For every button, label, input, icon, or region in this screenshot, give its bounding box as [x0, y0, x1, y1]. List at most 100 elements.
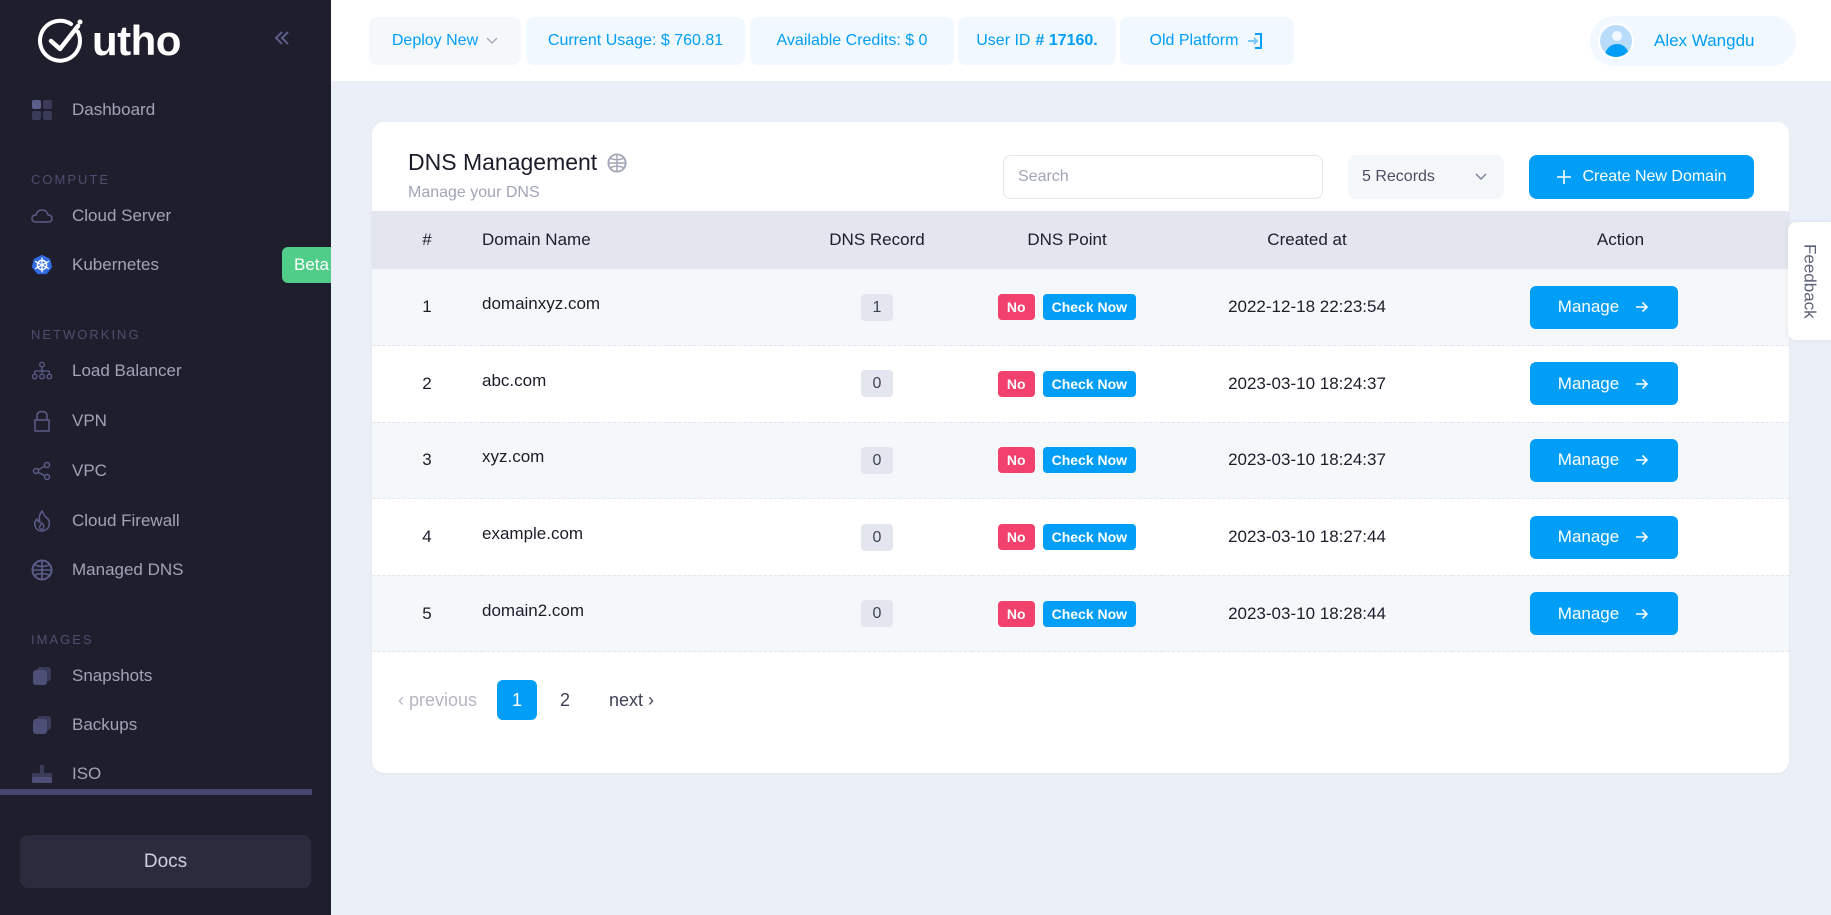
globe-icon [607, 152, 627, 173]
domain-name: domainxyz.com [482, 269, 782, 347]
check-now-button[interactable]: Check Now [1042, 370, 1137, 397]
sidebar-item-load-balancer[interactable]: Load Balancer [0, 349, 331, 393]
pagination-previous[interactable]: ‹ previous [398, 690, 477, 711]
table-row: 5 domain2.com 0 No Check Now 2023-03-10 1… [372, 575, 1789, 653]
pagination-page-1[interactable]: 1 [497, 680, 538, 720]
page-title: DNS Management [408, 149, 627, 176]
stack-icon [31, 714, 53, 736]
page-title-text: DNS Management [408, 149, 598, 175]
user-menu[interactable]: Alex Wangdu [1590, 16, 1796, 66]
create-new-domain-button[interactable]: Create New Domain [1529, 155, 1754, 199]
sign-in-icon [1248, 33, 1263, 49]
docs-button[interactable]: Docs [20, 835, 311, 888]
cloud-icon [31, 205, 53, 227]
created-at: 2023-03-10 18:24:37 [1162, 422, 1452, 500]
sidebar-item-cloud-firewall[interactable]: Cloud Firewall [0, 499, 331, 543]
check-now-button[interactable]: Check Now [1042, 600, 1137, 627]
deploy-new-dropdown[interactable]: Deploy New [369, 17, 521, 65]
dns-record-count: 1 [861, 293, 893, 321]
table-header-row: # Domain Name DNS Record DNS Point Creat… [372, 211, 1789, 269]
dns-record-count: 0 [861, 370, 893, 398]
current-usage-pill[interactable]: Current Usage: $ 760.81 [526, 17, 745, 65]
created-at: 2022-12-18 22:23:54 [1162, 269, 1452, 347]
fire-icon [31, 510, 53, 532]
domain-name: xyz.com [482, 422, 782, 500]
sidebar-item-kubernetes[interactable]: Kubernetes Beta [0, 243, 331, 287]
sidebar-item-vpc[interactable]: VPC [0, 449, 331, 493]
records-per-page-select[interactable]: 5 Records [1348, 155, 1504, 199]
records-per-page-value: 5 Records [1362, 168, 1435, 185]
sidebar-item-label: VPN [72, 411, 107, 430]
manage-label: Manage [1557, 373, 1620, 393]
manage-button[interactable]: Manage [1529, 362, 1678, 406]
sidebar-item-label: Backups [72, 715, 138, 734]
old-platform-button[interactable]: Old Platform [1120, 17, 1294, 65]
sidebar-item-snapshots[interactable]: Snapshots [0, 654, 331, 698]
stack-icon [31, 665, 53, 687]
sidebar-item-label: VPC [72, 461, 107, 480]
sidebar-item-label: Kubernetes [72, 255, 159, 274]
arrow-right-icon [1636, 608, 1649, 619]
manage-label: Manage [1557, 603, 1620, 623]
manage-button[interactable]: Manage [1529, 438, 1678, 482]
created-at: 2023-03-10 18:27:44 [1162, 498, 1452, 576]
utho-logo-icon [38, 18, 83, 63]
share-icon [31, 460, 53, 482]
sidebar-item-label: Cloud Server [72, 206, 172, 225]
column-header-action: Action [1452, 211, 1789, 269]
kubernetes-icon [31, 254, 53, 276]
sidebar-item-label: ISO [72, 764, 102, 783]
pagination-next[interactable]: next › [609, 690, 654, 711]
user-name: Alex Wangdu [1654, 31, 1755, 50]
page-subtitle: Manage your DNS [408, 184, 540, 201]
row-number: 4 [372, 498, 482, 576]
dns-record-count: 0 [861, 446, 893, 474]
sidebar-item-cloud-server[interactable]: Cloud Server [0, 194, 331, 238]
dashboard-grid-icon [31, 99, 53, 121]
available-credits-pill[interactable]: Available Credits: $ 0 [750, 17, 954, 65]
globe-icon [31, 559, 53, 581]
sidebar-item-backups[interactable]: Backups [0, 703, 331, 747]
pagination-page-2[interactable]: 2 [545, 680, 585, 720]
row-number: 3 [372, 422, 482, 500]
manage-button[interactable]: Manage [1529, 592, 1678, 636]
sidebar-item-label: Snapshots [72, 666, 153, 685]
search-input[interactable] [1003, 155, 1323, 199]
feedback-tab[interactable]: Feedback [1788, 222, 1831, 340]
arrow-right-icon [1636, 455, 1649, 466]
dns-table: # Domain Name DNS Record DNS Point Creat… [372, 211, 1789, 653]
sidebar-item-dashboard[interactable]: Dashboard [0, 88, 331, 132]
section-label-compute: COMPUTE [31, 172, 110, 187]
disc-drive-icon [31, 763, 53, 785]
sidebar-item-iso[interactable]: ISO [0, 752, 331, 792]
check-now-button[interactable]: Check Now [1042, 447, 1137, 474]
logo[interactable]: utho [38, 16, 181, 66]
old-platform-label: Old Platform [1149, 32, 1239, 49]
collapse-sidebar-button[interactable] [272, 24, 292, 55]
check-now-button[interactable]: Check Now [1042, 524, 1137, 551]
brand-name: utho [92, 17, 181, 64]
check-now-button[interactable]: Check Now [1042, 294, 1137, 321]
sidebar-item-vpn[interactable]: VPN [0, 399, 331, 443]
dns-point-status: No [997, 447, 1035, 474]
deploy-new-label: Deploy New [391, 32, 479, 49]
sidebar-item-managed-dns[interactable]: Managed DNS [0, 548, 331, 592]
user-id-pill: User ID # 17160. [958, 17, 1116, 65]
sidebar-scrollbar[interactable] [0, 789, 312, 795]
sidebar-menu: Dashboard COMPUTE Cloud Server Kubernete… [0, 82, 331, 792]
column-header-dns-record: DNS Record [782, 211, 972, 269]
row-number: 5 [372, 575, 482, 653]
manage-button[interactable]: Manage [1529, 285, 1678, 329]
dns-point-status: No [997, 600, 1035, 627]
pagination: ‹ previous 1 2 next › [398, 680, 654, 720]
sidebar: utho Dashboard COMPUTE Cloud Server Kube… [0, 0, 331, 915]
created-at: 2023-03-10 18:24:37 [1162, 345, 1452, 423]
sidebar-item-label: Dashboard [72, 100, 156, 119]
manage-label: Manage [1557, 527, 1620, 547]
manage-button[interactable]: Manage [1529, 515, 1678, 559]
domain-name: abc.com [482, 345, 782, 423]
chevron-down-icon [486, 37, 498, 44]
dns-management-card: DNS Management Manage your DNS 5 Records… [372, 122, 1789, 773]
feedback-label: Feedback [1800, 243, 1820, 319]
user-id-label: User ID [976, 32, 1031, 49]
